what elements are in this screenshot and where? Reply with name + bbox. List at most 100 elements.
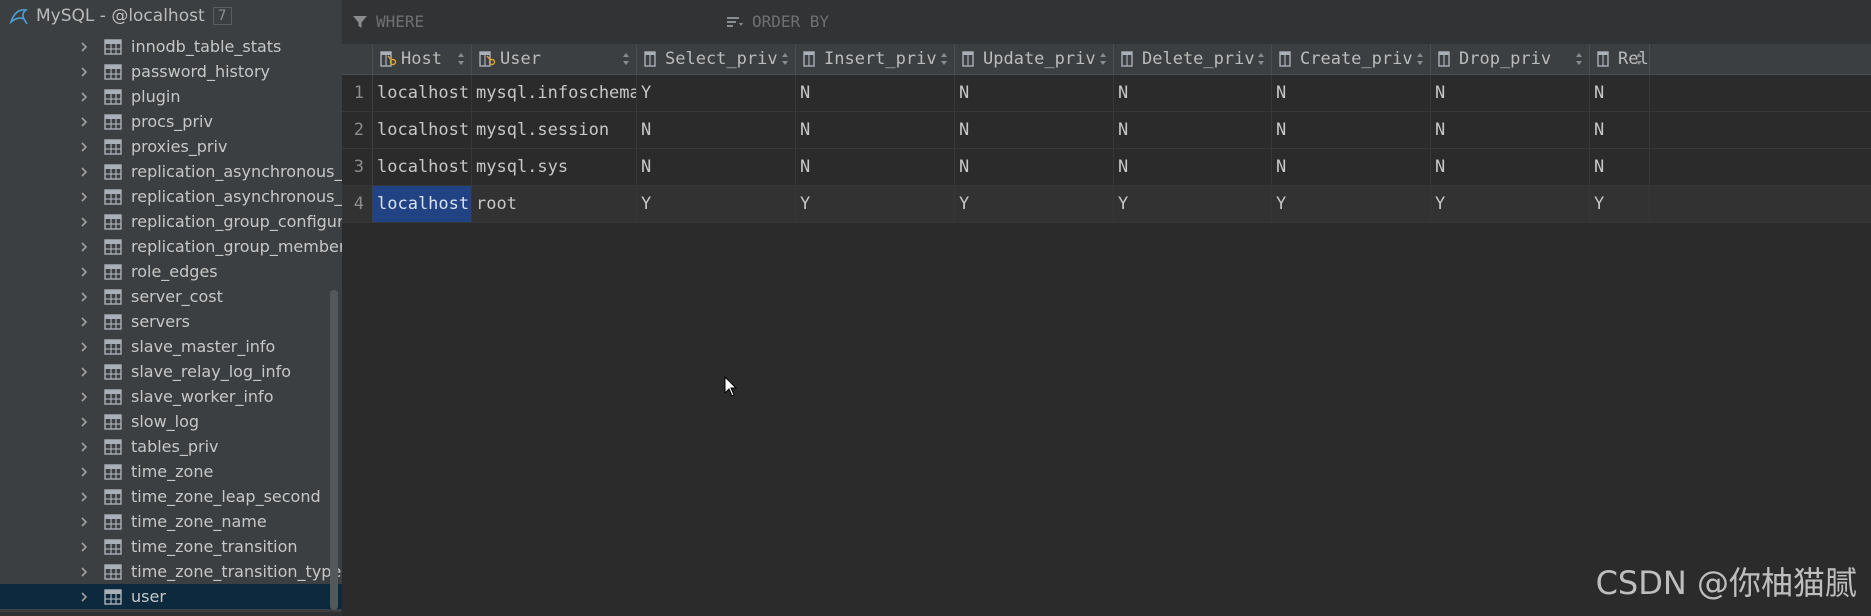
cell-drop_priv[interactable]: N: [1431, 112, 1590, 148]
cell-insert_priv[interactable]: N: [796, 149, 955, 185]
tree-item-table[interactable]: server_cost: [0, 284, 342, 309]
cell-drop_priv[interactable]: Y: [1431, 186, 1590, 222]
column-header-rel[interactable]: Rel: [1590, 44, 1650, 74]
tree-item-table[interactable]: time_zone_transition: [0, 534, 342, 559]
column-header-select_priv[interactable]: Select_priv: [637, 44, 796, 74]
chevron-right-icon[interactable]: [78, 91, 90, 103]
cell-user[interactable]: mysql.infoschema: [472, 75, 637, 111]
cell-create_priv[interactable]: N: [1272, 112, 1431, 148]
sort-arrows-icon[interactable]: [1635, 52, 1643, 66]
order-by-filter[interactable]: ORDER BY: [726, 12, 829, 31]
column-header-user[interactable]: User: [472, 44, 637, 74]
tree-item-table[interactable]: slow_log: [0, 409, 342, 434]
chevron-right-icon[interactable]: [78, 166, 90, 178]
chevron-right-icon[interactable]: [78, 291, 90, 303]
chevron-right-icon[interactable]: [78, 491, 90, 503]
cell-rel[interactable]: N: [1590, 112, 1650, 148]
tree-item-table[interactable]: replication_asynchronous_co: [0, 159, 342, 184]
cell-insert_priv[interactable]: Y: [796, 186, 955, 222]
cell-select_priv[interactable]: Y: [637, 75, 796, 111]
cell-update_priv[interactable]: N: [955, 149, 1114, 185]
sort-arrows-icon[interactable]: [622, 52, 630, 66]
chevron-right-icon[interactable]: [78, 116, 90, 128]
cell-create_priv[interactable]: Y: [1272, 186, 1431, 222]
chevron-right-icon[interactable]: [78, 216, 90, 228]
tree-item-table[interactable]: replication_group_configurat: [0, 209, 342, 234]
table-row[interactable]: 2 localhost mysql.session N N N N N N N: [342, 112, 1871, 149]
tree-item-table[interactable]: time_zone_leap_second: [0, 484, 342, 509]
chevron-right-icon[interactable]: [78, 141, 90, 153]
cell-rel[interactable]: N: [1590, 149, 1650, 185]
sort-arrows-icon[interactable]: [940, 52, 948, 66]
tree-item-table[interactable]: user: [0, 584, 342, 609]
tree-item-table[interactable]: tables_priv: [0, 434, 342, 459]
tree-item-table[interactable]: password_history: [0, 59, 342, 84]
cell-update_priv[interactable]: N: [955, 112, 1114, 148]
chevron-right-icon[interactable]: [78, 541, 90, 553]
where-filter[interactable]: WHERE: [352, 12, 424, 31]
column-header-host[interactable]: Host: [373, 44, 472, 74]
tree-item-table[interactable]: time_zone_name: [0, 509, 342, 534]
tree-item-table[interactable]: servers: [0, 309, 342, 334]
column-header-create_priv[interactable]: Create_priv: [1272, 44, 1431, 74]
cell-insert_priv[interactable]: N: [796, 112, 955, 148]
cell-host[interactable]: localhost: [373, 186, 472, 222]
cell-user[interactable]: mysql.session: [472, 112, 637, 148]
cell-delete_priv[interactable]: N: [1114, 112, 1272, 148]
cell-host[interactable]: localhost: [373, 112, 472, 148]
chevron-right-icon[interactable]: [78, 66, 90, 78]
cell-update_priv[interactable]: N: [955, 75, 1114, 111]
chevron-right-icon[interactable]: [78, 341, 90, 353]
cell-drop_priv[interactable]: N: [1431, 75, 1590, 111]
tree-item-table[interactable]: slave_relay_log_info: [0, 359, 342, 384]
chevron-right-icon[interactable]: [78, 416, 90, 428]
cell-create_priv[interactable]: N: [1272, 75, 1431, 111]
cell-insert_priv[interactable]: N: [796, 75, 955, 111]
chevron-right-icon[interactable]: [78, 266, 90, 278]
tree-item-table[interactable]: proxies_priv: [0, 134, 342, 159]
cell-select_priv[interactable]: N: [637, 112, 796, 148]
table-row[interactable]: 1 localhost mysql.infoschema Y N N N N N N: [342, 75, 1871, 112]
cell-rel[interactable]: Y: [1590, 186, 1650, 222]
sidebar-scrollbar[interactable]: [330, 290, 338, 610]
sort-arrows-icon[interactable]: [1416, 52, 1424, 66]
sort-arrows-icon[interactable]: [781, 52, 789, 66]
cell-drop_priv[interactable]: N: [1431, 149, 1590, 185]
connection-header[interactable]: MySQL - @localhost 7: [0, 0, 342, 32]
chevron-right-icon[interactable]: [78, 516, 90, 528]
table-row[interactable]: 4 localhost root Y Y Y Y Y Y Y: [342, 186, 1871, 223]
chevron-right-icon[interactable]: [78, 241, 90, 253]
tree-item-table[interactable]: slave_worker_info: [0, 384, 342, 409]
cell-user[interactable]: root: [472, 186, 637, 222]
chevron-right-icon[interactable]: [78, 366, 90, 378]
tree-item-table[interactable]: slave_master_info: [0, 334, 342, 359]
chevron-right-icon[interactable]: [78, 391, 90, 403]
tree-item-table[interactable]: role_edges: [0, 259, 342, 284]
tree-item-table[interactable]: time_zone: [0, 459, 342, 484]
tree-item-table[interactable]: plugin: [0, 84, 342, 109]
column-header-delete_priv[interactable]: Delete_priv: [1114, 44, 1272, 74]
chevron-right-icon[interactable]: [78, 466, 90, 478]
cell-select_priv[interactable]: Y: [637, 186, 796, 222]
tree-item-table[interactable]: replication_asynchronous_co: [0, 184, 342, 209]
column-header-insert_priv[interactable]: Insert_priv: [796, 44, 955, 74]
sort-arrows-icon[interactable]: [1099, 52, 1107, 66]
tree-item-table[interactable]: innodb_table_stats: [0, 34, 342, 59]
cell-rel[interactable]: N: [1590, 75, 1650, 111]
chevron-right-icon[interactable]: [78, 41, 90, 53]
tree-item-table[interactable]: time_zone_transition_type: [0, 559, 342, 584]
tree-item-table[interactable]: procs_priv: [0, 109, 342, 134]
chevron-right-icon[interactable]: [78, 566, 90, 578]
sort-arrows-icon[interactable]: [1257, 52, 1265, 66]
table-row[interactable]: 3 localhost mysql.sys N N N N N N N: [342, 149, 1871, 186]
cell-host[interactable]: localhost: [373, 75, 472, 111]
cell-user[interactable]: mysql.sys: [472, 149, 637, 185]
column-header-drop_priv[interactable]: Drop_priv: [1431, 44, 1590, 74]
tree-item-table[interactable]: replication_group_member_a: [0, 234, 342, 259]
cell-select_priv[interactable]: N: [637, 149, 796, 185]
chevron-right-icon[interactable]: [78, 316, 90, 328]
cell-delete_priv[interactable]: N: [1114, 75, 1272, 111]
sort-arrows-icon[interactable]: [457, 52, 465, 66]
cell-delete_priv[interactable]: N: [1114, 149, 1272, 185]
column-header-update_priv[interactable]: Update_priv: [955, 44, 1114, 74]
